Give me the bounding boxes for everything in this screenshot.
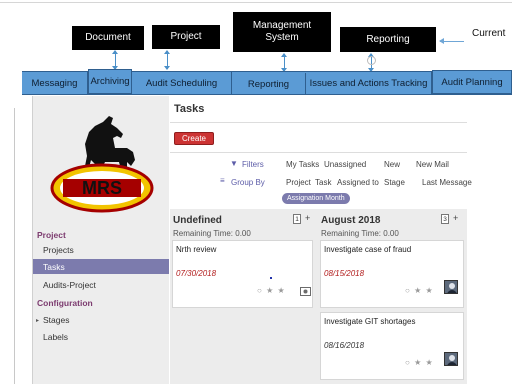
annotation-arrow-project xyxy=(164,50,170,70)
menu-item-tasks[interactable]: Tasks xyxy=(33,259,169,274)
star-icon[interactable]: ★ xyxy=(266,286,274,295)
column-add-button[interactable]: + xyxy=(453,213,458,223)
star-icon[interactable]: ★ xyxy=(425,358,433,367)
annotation-current: Current xyxy=(472,28,506,39)
kanban-board: Undefined 1 + Remaining Time: 0.00 Nrth … xyxy=(170,209,467,384)
assignee-avatar[interactable] xyxy=(444,352,458,366)
nav-tab-issues-actions[interactable]: Issues and Actions Tracking xyxy=(306,72,432,94)
group-by-task[interactable]: Task xyxy=(315,178,331,187)
stack-icon: ≡ xyxy=(220,176,225,185)
column-count-badge: 1 xyxy=(293,214,301,224)
page-title: Tasks xyxy=(174,103,205,115)
group-by-stage[interactable]: Stage xyxy=(384,178,405,187)
activity-icon[interactable]: ○ xyxy=(257,286,263,295)
top-border xyxy=(0,2,512,3)
menu-section-configuration: Configuration xyxy=(37,298,93,308)
star-icon[interactable]: ★ xyxy=(414,286,422,295)
company-logo: MRS xyxy=(50,116,154,213)
task-card[interactable]: Investigate GIT shortages 08/16/2018 ○ ★… xyxy=(320,312,464,380)
annotation-document: Document xyxy=(72,26,144,50)
menu-item-projects[interactable]: Projects xyxy=(33,242,169,257)
nav-tab-audit-planning[interactable]: Audit Planning xyxy=(432,70,512,94)
create-button[interactable]: Create xyxy=(174,132,214,145)
logo-text: MRS xyxy=(82,178,122,198)
cursor-indicator xyxy=(367,56,376,65)
menu-item-labels[interactable]: Labels xyxy=(33,329,169,344)
filter-new[interactable]: New xyxy=(384,160,400,169)
task-date: 08/16/2018 xyxy=(324,341,365,350)
toolbar-divider xyxy=(170,152,467,153)
activity-icon[interactable]: ○ xyxy=(405,358,411,367)
filter-new-mail[interactable]: New Mail xyxy=(416,160,449,169)
activity-icon[interactable]: ○ xyxy=(405,286,411,295)
star-icon[interactable]: ★ xyxy=(277,286,285,295)
annotation-project: Project xyxy=(152,25,220,49)
module-nav-strip: Messaging Archiving Audit Scheduling Rep… xyxy=(22,69,512,95)
assignee-avatar[interactable] xyxy=(444,280,458,294)
star-icon[interactable]: ★ xyxy=(425,286,433,295)
task-actions: ○ ★ ★ xyxy=(405,358,434,367)
active-group-chip[interactable]: Assignation Month xyxy=(282,193,350,204)
annotation-arrow-current xyxy=(439,38,464,44)
column-remaining-time: Remaining Time: 0.00 xyxy=(173,229,251,238)
column-title: August 2018 xyxy=(321,215,381,226)
task-name: Investigate GIT shortages xyxy=(324,317,416,326)
attachment-icon[interactable] xyxy=(300,286,311,297)
task-card[interactable]: Nrth review 07/30/2018 ○ ★ ★ xyxy=(172,240,313,308)
filter-icon: ▼ xyxy=(230,159,238,168)
filters-label[interactable]: Filters xyxy=(242,160,264,169)
sidebar: MRS Project Projects Tasks Audits-Projec… xyxy=(33,96,169,384)
nav-tab-reporting[interactable]: Reporting xyxy=(232,73,306,95)
column-remaining-time: Remaining Time: 0.00 xyxy=(321,229,399,238)
title-divider xyxy=(170,122,467,123)
nav-tab-audit-scheduling[interactable]: Audit Scheduling xyxy=(132,72,232,94)
annotation-arrow-management xyxy=(281,53,287,72)
column-add-button[interactable]: + xyxy=(305,213,310,223)
task-actions: ○ ★ ★ xyxy=(257,286,286,295)
task-name: Investigate case of fraud xyxy=(324,245,412,254)
group-by-last-message[interactable]: Last Message xyxy=(422,178,472,187)
filter-unassigned[interactable]: Unassigned xyxy=(324,160,366,169)
task-actions: ○ ★ ★ xyxy=(405,286,434,295)
annotation-management-system: Management System xyxy=(233,12,331,52)
left-guide-line xyxy=(14,108,15,384)
menu-section-project: Project xyxy=(37,230,66,240)
nav-tab-messaging[interactable]: Messaging xyxy=(22,72,88,94)
app-frame: MRS Project Projects Tasks Audits-Projec… xyxy=(32,96,472,384)
annotation-reporting: Reporting xyxy=(340,27,436,52)
menu-item-stages[interactable]: Stages xyxy=(33,312,169,327)
nav-tab-archiving[interactable]: Archiving xyxy=(88,69,132,94)
group-by-assigned-to[interactable]: Assigned to xyxy=(337,178,379,187)
task-name: Nrth review xyxy=(176,245,217,254)
task-card[interactable]: Investigate case of fraud 08/15/2018 ○ ★… xyxy=(320,240,464,308)
column-count-badge: 3 xyxy=(441,214,449,224)
group-by-project[interactable]: Project xyxy=(286,178,311,187)
star-icon[interactable]: ★ xyxy=(414,358,422,367)
annotation-arrow-document xyxy=(112,50,118,70)
task-date: 08/15/2018 xyxy=(324,269,365,278)
dot-marker xyxy=(270,277,272,279)
main-content: Tasks Create ▼ Filters My Tasks Unassign… xyxy=(170,96,472,384)
column-title: Undefined xyxy=(173,215,222,226)
filter-my-tasks[interactable]: My Tasks xyxy=(286,160,319,169)
menu-item-audits-project[interactable]: Audits-Project xyxy=(33,277,169,292)
task-date: 07/30/2018 xyxy=(176,269,217,278)
group-by-label[interactable]: Group By xyxy=(231,178,265,187)
